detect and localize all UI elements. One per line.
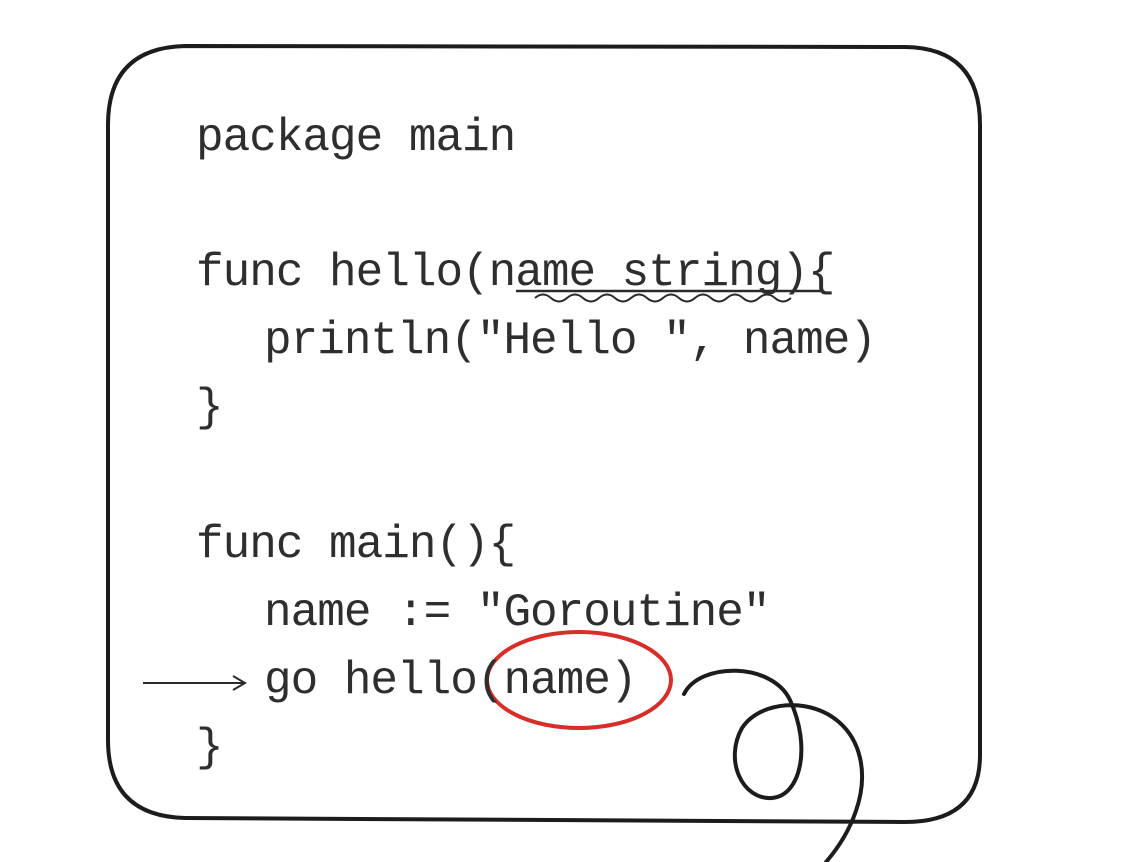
- code-line-close-brace-hello: }: [196, 382, 224, 434]
- code-line-func-hello: func hello(name string){: [196, 247, 836, 299]
- goroutine-loop-line: [682, 668, 865, 862]
- code-line-package: package main: [196, 112, 516, 164]
- sketch-canvas: [106, 44, 982, 862]
- code-line-go-hello: go hello(name): [264, 655, 637, 707]
- code-line-close-brace-main: }: [196, 722, 224, 774]
- pointer-arrow: [143, 675, 247, 691]
- code-line-name-assign: name := "Goroutine": [264, 587, 770, 639]
- code-line-func-main: func main(){: [196, 519, 516, 571]
- code-line-println: println("Hello ", name): [264, 315, 877, 367]
